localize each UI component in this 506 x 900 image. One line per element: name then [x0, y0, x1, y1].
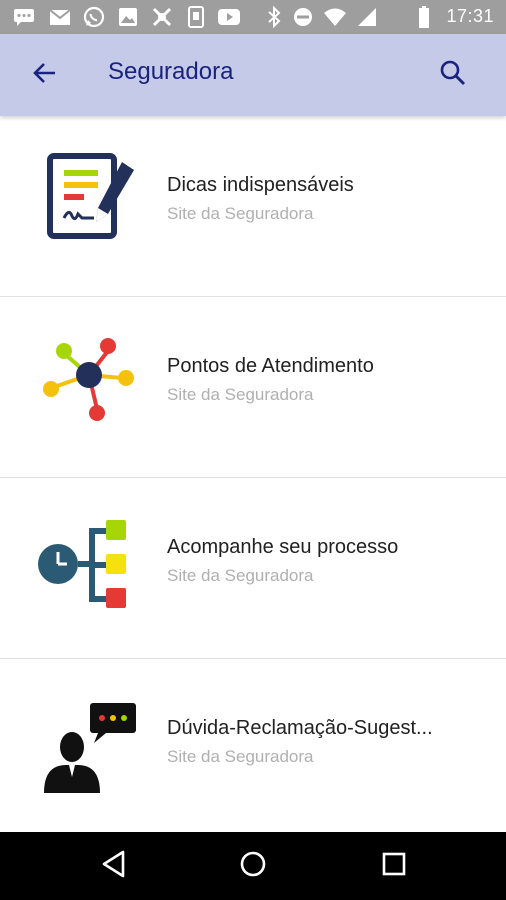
nav-back-icon	[101, 850, 127, 883]
wifi-icon	[322, 7, 348, 27]
item-subtitle: Site da Seguradora	[167, 204, 314, 223]
page-title: Seguradora	[108, 58, 234, 85]
item-subtitle: Site da Seguradora	[167, 566, 314, 585]
arrow-back-icon	[32, 60, 58, 91]
list-item-acompanhe[interactable]: Acompanhe seu processo Site da Segurador…	[0, 478, 506, 659]
gallery-icon	[116, 7, 140, 27]
app-icon-2	[184, 6, 208, 28]
nav-back-button[interactable]	[92, 846, 136, 886]
app-bar: Seguradora	[0, 34, 506, 116]
status-bar: 17:31	[0, 0, 506, 34]
chat-icon	[12, 7, 36, 27]
list-item-pontos[interactable]: Pontos de Atendimento Site da Seguradora	[0, 297, 506, 478]
content-list: Dicas indispensáveis Site da Seguradora …	[0, 116, 506, 832]
user-chat-icon	[36, 695, 146, 795]
back-button[interactable]	[22, 52, 68, 98]
search-button[interactable]	[430, 52, 476, 98]
gmail-icon	[48, 7, 72, 27]
document-pen-icon	[36, 152, 146, 252]
item-title: Dicas indispensáveis	[167, 174, 354, 196]
status-time: 17:31	[446, 6, 494, 26]
app-icon	[150, 7, 174, 27]
nav-recents-button[interactable]	[372, 846, 416, 886]
system-nav-bar	[0, 832, 506, 900]
search-icon	[439, 59, 467, 92]
network-nodes-icon	[36, 333, 146, 433]
battery-icon	[416, 6, 432, 28]
item-subtitle: Site da Seguradora	[167, 385, 314, 404]
nav-recents-icon	[381, 851, 407, 882]
list-item-duvida[interactable]: Dúvida-Reclamação-Sugest... Site da Segu…	[0, 659, 506, 832]
whatsapp-icon	[82, 6, 106, 28]
nav-home-icon	[239, 850, 267, 883]
item-title: Acompanhe seu processo	[167, 536, 399, 558]
youtube-icon	[216, 7, 242, 27]
do-not-disturb-icon	[292, 7, 314, 27]
nav-home-button[interactable]	[231, 846, 275, 886]
item-title: Pontos de Atendimento	[167, 355, 374, 377]
list-item-dicas[interactable]: Dicas indispensáveis Site da Seguradora	[0, 116, 506, 297]
cell-signal-icon	[356, 7, 378, 27]
bluetooth-icon	[264, 6, 284, 28]
item-title: Dúvida-Reclamação-Sugest...	[167, 717, 433, 739]
item-subtitle: Site da Seguradora	[167, 747, 314, 766]
process-timeline-icon	[36, 514, 146, 614]
